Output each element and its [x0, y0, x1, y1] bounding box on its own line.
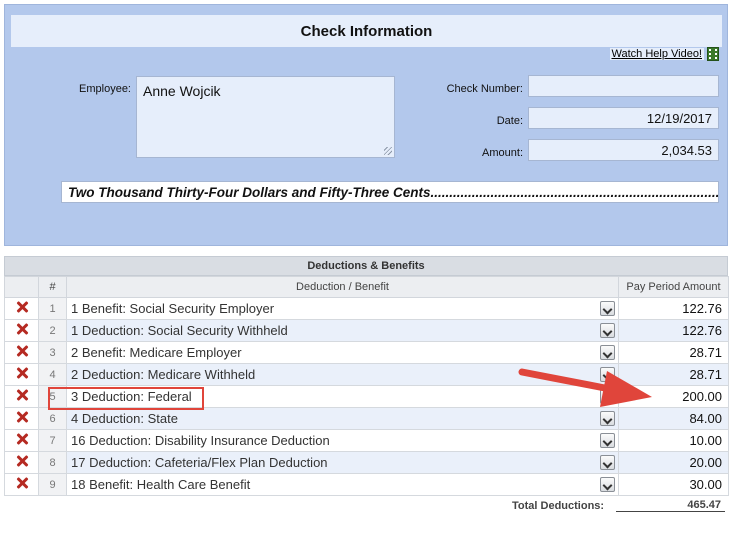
amount-input[interactable]: 122.76	[618, 319, 729, 342]
table-row: 9 18 Benefit: Health Care Benefit 30.00	[4, 473, 729, 496]
amount-input[interactable]: 84.00	[618, 407, 729, 430]
check-information-panel: Check Information Watch Help Video! Empl…	[4, 4, 728, 246]
amount-field[interactable]: 2,034.53	[528, 139, 719, 161]
help-link-label[interactable]: Watch Help Video!	[609, 48, 704, 60]
chevron-down-icon[interactable]	[600, 367, 615, 382]
chevron-down-icon[interactable]	[600, 323, 615, 338]
table-row: 1 1 Benefit: Social Security Employer 122.…	[4, 297, 729, 320]
resize-grip-icon[interactable]	[384, 147, 392, 155]
delete-x-icon[interactable]	[16, 433, 28, 445]
delete-x-icon[interactable]	[16, 301, 28, 313]
deduction-select[interactable]: 17 Deduction: Cafeteria/Flex Plan Deduct…	[66, 451, 619, 474]
total-row: Total Deductions: 465.47	[4, 496, 728, 518]
row-number: 3	[38, 341, 67, 364]
row-number: 6	[38, 407, 67, 430]
deduction-select[interactable]: 2 Benefit: Medicare Employer	[66, 341, 619, 364]
deduction-select[interactable]: 18 Benefit: Health Care Benefit	[66, 473, 619, 496]
delete-x-icon[interactable]	[16, 455, 28, 467]
deduction-select[interactable]: 16 Deduction: Disability Insurance Deduc…	[66, 429, 619, 452]
deductions-benefits-section: Deductions & Benefits # Deduction / Bene…	[4, 256, 729, 518]
employee-field[interactable]: Anne Wojcik	[136, 76, 395, 158]
deduction-label: 3 Deduction: Federal	[71, 389, 192, 404]
watch-help-video-link[interactable]: Watch Help Video!	[609, 47, 719, 61]
table-header-row: # Deduction / Benefit Pay Period Amount	[4, 276, 729, 298]
col-deduction-benefit: Deduction / Benefit	[66, 276, 619, 298]
deduction-label: 18 Benefit: Health Care Benefit	[71, 477, 251, 492]
delete-cell[interactable]	[4, 363, 39, 386]
check-number-label: Check Number:	[446, 83, 523, 95]
date-field[interactable]: 12/19/2017	[528, 107, 719, 129]
delete-cell[interactable]	[4, 429, 39, 452]
delete-cell[interactable]	[4, 319, 39, 342]
delete-cell[interactable]	[4, 407, 39, 430]
employee-value: Anne Wojcik	[143, 83, 221, 99]
amount-input[interactable]: 28.71	[618, 341, 729, 364]
delete-cell[interactable]	[4, 473, 39, 496]
delete-x-icon[interactable]	[16, 345, 28, 357]
total-deductions-value: 465.47	[616, 499, 725, 512]
deductions-title: Deductions & Benefits	[4, 256, 728, 276]
table-row: 4 2 Deduction: Medicare Withheld 28.71	[4, 363, 729, 386]
amount-input[interactable]: 122.76	[618, 297, 729, 320]
deduction-label: 17 Deduction: Cafeteria/Flex Plan Deduct…	[71, 455, 328, 470]
col-delete	[4, 276, 39, 298]
check-number-field[interactable]	[528, 75, 719, 97]
delete-x-icon[interactable]	[16, 323, 28, 335]
chevron-down-icon[interactable]	[600, 389, 615, 404]
total-deductions-label: Total Deductions:	[512, 500, 605, 512]
date-label: Date:	[496, 115, 523, 127]
table-row: 6 4 Deduction: State 84.00	[4, 407, 729, 430]
table-row: 8 17 Deduction: Cafeteria/Flex Plan Deduc…	[4, 451, 729, 474]
row-number: 1	[38, 297, 67, 320]
deduction-label: 4 Deduction: State	[71, 411, 178, 426]
deduction-label: 2 Benefit: Medicare Employer	[71, 345, 242, 360]
deduction-label: 1 Benefit: Social Security Employer	[71, 301, 275, 316]
amount-in-words: Two Thousand Thirty-Four Dollars and Fif…	[61, 181, 719, 203]
chevron-down-icon[interactable]	[600, 345, 615, 360]
table-row: 7 16 Deduction: Disability Insurance Dedu…	[4, 429, 729, 452]
row-number: 2	[38, 319, 67, 342]
chevron-down-icon[interactable]	[600, 411, 615, 426]
delete-cell[interactable]	[4, 341, 39, 364]
amount-input[interactable]: 30.00	[618, 473, 729, 496]
delete-cell[interactable]	[4, 297, 39, 320]
delete-x-icon[interactable]	[16, 411, 28, 423]
amount-input[interactable]: 10.00	[618, 429, 729, 452]
table-row: 3 2 Benefit: Medicare Employer 28.71	[4, 341, 729, 364]
amount-input[interactable]: 200.00	[618, 385, 729, 408]
delete-x-icon[interactable]	[16, 477, 28, 489]
deduction-select[interactable]: 1 Benefit: Social Security Employer	[66, 297, 619, 320]
amount-input[interactable]: 28.71	[618, 363, 729, 386]
row-number: 4	[38, 363, 67, 386]
delete-cell[interactable]	[4, 451, 39, 474]
delete-x-icon[interactable]	[16, 367, 28, 379]
amount-label: Amount:	[482, 147, 523, 159]
col-number: #	[38, 276, 67, 298]
chevron-down-icon[interactable]	[600, 455, 615, 470]
check-information-title: Check Information	[11, 15, 722, 47]
row-number: 7	[38, 429, 67, 452]
row-number: 9	[38, 473, 67, 496]
table-row: 5 3 Deduction: Federal 200.00	[4, 385, 729, 408]
deduction-select[interactable]: 4 Deduction: State	[66, 407, 619, 430]
deductions-table: # Deduction / Benefit Pay Period Amount …	[4, 276, 729, 496]
chevron-down-icon[interactable]	[600, 477, 615, 492]
deduction-label: 1 Deduction: Social Security Withheld	[71, 323, 288, 338]
chevron-down-icon[interactable]	[600, 301, 615, 316]
delete-cell[interactable]	[4, 385, 39, 408]
row-number: 8	[38, 451, 67, 474]
deduction-label: 16 Deduction: Disability Insurance Deduc…	[71, 433, 330, 448]
delete-x-icon[interactable]	[16, 389, 28, 401]
col-pay-period-amount: Pay Period Amount	[618, 276, 729, 298]
employee-label: Employee:	[79, 83, 131, 95]
deduction-select[interactable]: 3 Deduction: Federal	[66, 385, 619, 408]
amount-input[interactable]: 20.00	[618, 451, 729, 474]
deduction-select[interactable]: 1 Deduction: Social Security Withheld	[66, 319, 619, 342]
deduction-label: 2 Deduction: Medicare Withheld	[71, 367, 256, 382]
row-number: 5	[38, 385, 67, 408]
table-row: 2 1 Deduction: Social Security Withheld 12…	[4, 319, 729, 342]
film-icon[interactable]	[707, 47, 719, 61]
deduction-select[interactable]: 2 Deduction: Medicare Withheld	[66, 363, 619, 386]
chevron-down-icon[interactable]	[600, 433, 615, 448]
